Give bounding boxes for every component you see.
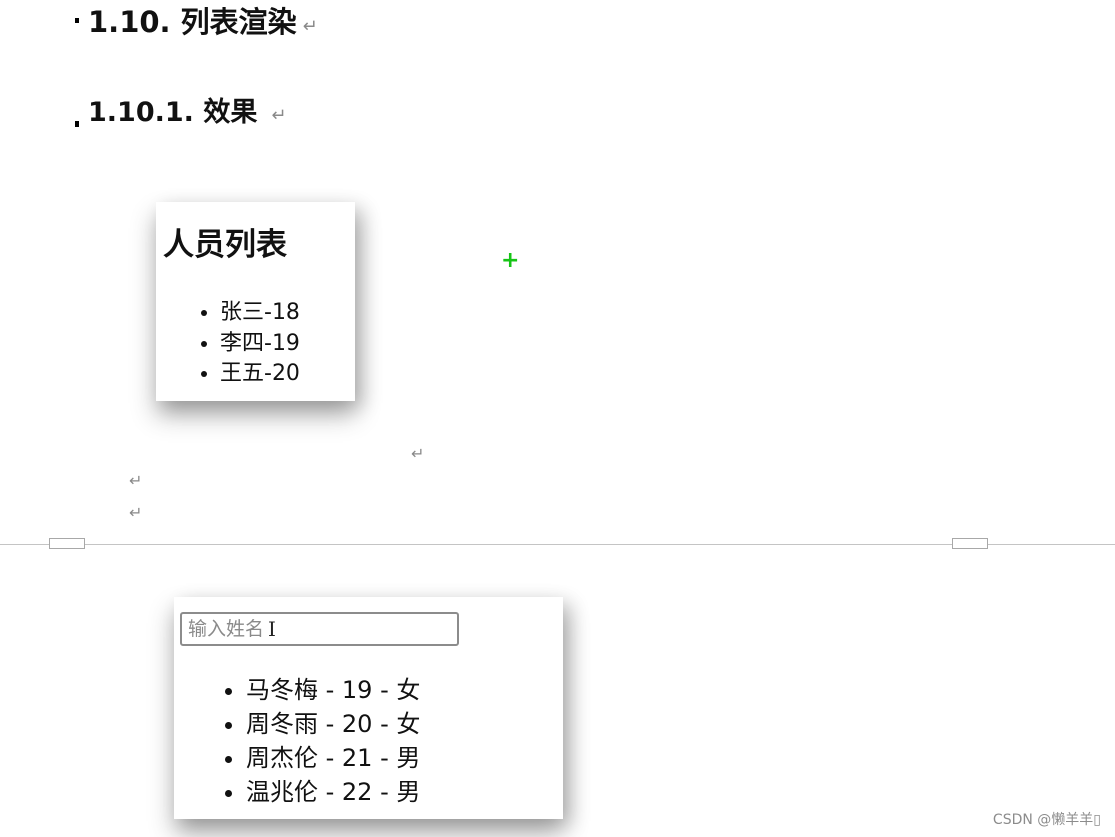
list-item: 张三-18 — [220, 298, 300, 329]
list-item: 周杰伦 - 21 - 男 — [246, 741, 420, 775]
paragraph-mark: ↵ — [129, 471, 143, 490]
list-item: 王五-20 — [220, 359, 300, 390]
plus-marker: + — [501, 248, 520, 273]
text-cursor-icon: I — [268, 617, 276, 641]
heading1-text: 1.10. 列表渲染 — [88, 5, 297, 39]
name-search-input[interactable] — [180, 612, 459, 646]
page-break-line — [0, 544, 1115, 545]
paragraph-mark: ↵ — [302, 16, 318, 37]
heading1-bullet — [75, 18, 79, 23]
paragraph-mark: ↵ — [271, 105, 287, 126]
list-item: 马冬梅 - 19 - 女 — [246, 673, 420, 707]
csdn-watermark: CSDN @懒羊羊▯ — [992, 812, 1101, 828]
list-item: 温兆伦 - 22 - 男 — [246, 775, 420, 809]
paragraph-mark: ↵ — [129, 503, 143, 522]
list-item: 李四-19 — [220, 329, 300, 360]
heading2-bullet — [75, 121, 79, 127]
person-list-title: 人员列表 — [163, 227, 287, 263]
heading-list-rendering: 1.10. 列表渲染 ↵ — [88, 8, 318, 37]
paragraph-mark: ↵ — [411, 444, 425, 463]
list-item: 周冬雨 - 20 - 女 — [246, 707, 420, 741]
filtered-person-list: 马冬梅 - 19 - 女 周冬雨 - 20 - 女 周杰伦 - 21 - 男 温… — [174, 673, 420, 809]
right-margin-marker — [952, 538, 988, 549]
left-margin-marker — [49, 538, 85, 549]
heading2-text: 1.10.1. 效果 — [88, 97, 258, 128]
heading-effect: 1.10.1. 效果 ↵ — [88, 99, 286, 126]
person-list: 张三-18 李四-19 王五-20 — [156, 298, 300, 390]
person-list-screenshot: 人员列表 张三-18 李四-19 王五-20 — [156, 202, 355, 401]
filter-list-screenshot: I 马冬梅 - 19 - 女 周冬雨 - 20 - 女 周杰伦 - 21 - 男… — [174, 597, 563, 819]
